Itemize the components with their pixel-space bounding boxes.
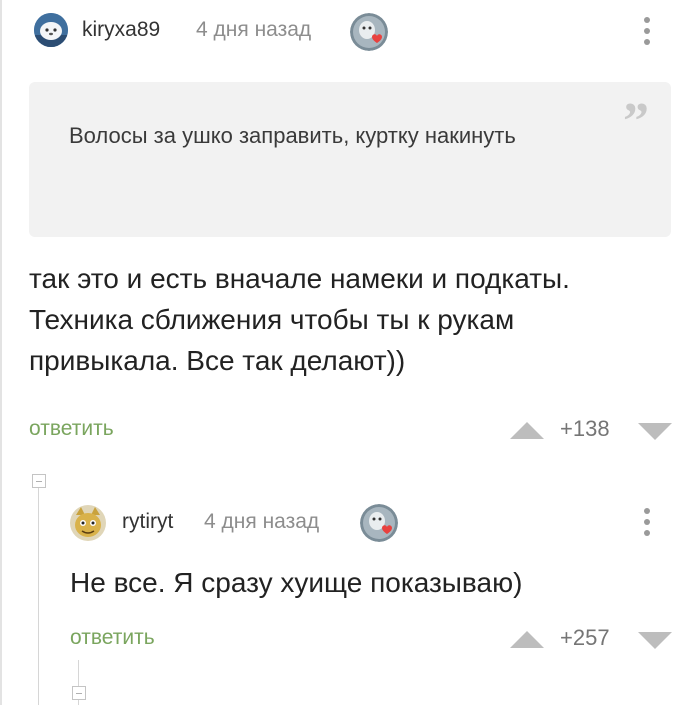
- rating-value: +257: [560, 625, 610, 650]
- comment-body: Не все. Я сразу хуище показываю): [70, 567, 523, 598]
- comment-body: так это и есть вначале намеки и подкаты.…: [29, 263, 570, 376]
- reply-link[interactable]: ответить: [29, 417, 114, 441]
- collapse-thread-icon[interactable]: [32, 474, 46, 488]
- avatar-image: [70, 505, 106, 541]
- heart-badge-icon: [350, 13, 388, 51]
- comment-1: kiryxa89 4 дня назад ” Волосы за ушко за…: [0, 0, 700, 445]
- more-vertical-icon[interactable]: [644, 508, 650, 541]
- user-avatar[interactable]: [34, 13, 68, 47]
- avatar-image: [34, 13, 68, 47]
- collapse-thread-icon[interactable]: [72, 686, 86, 700]
- comment-2: rytiryt 4 дня назад Не все. Я сразу хуищ…: [0, 490, 700, 705]
- downvote-icon[interactable]: [638, 423, 672, 440]
- reply-link[interactable]: ответить: [70, 626, 155, 650]
- quote-block: ” Волосы за ушко заправить, куртку накин…: [29, 82, 671, 237]
- upvote-icon[interactable]: [510, 422, 544, 439]
- downvote-icon[interactable]: [638, 632, 672, 649]
- username[interactable]: rytiryt: [122, 510, 173, 534]
- username[interactable]: kiryxa89: [82, 18, 160, 42]
- comment-timestamp: 4 дня назад: [196, 18, 312, 41]
- rating-value: +138: [560, 416, 610, 441]
- more-vertical-icon[interactable]: [644, 17, 650, 50]
- comment-timestamp: 4 дня назад: [204, 510, 320, 533]
- quote-text: Волосы за ушко заправить, куртку накинут…: [69, 123, 516, 148]
- upvote-icon[interactable]: [510, 631, 544, 648]
- quote-icon: ”: [623, 93, 649, 150]
- heart-badge-icon: [360, 504, 398, 542]
- user-avatar[interactable]: [70, 505, 106, 541]
